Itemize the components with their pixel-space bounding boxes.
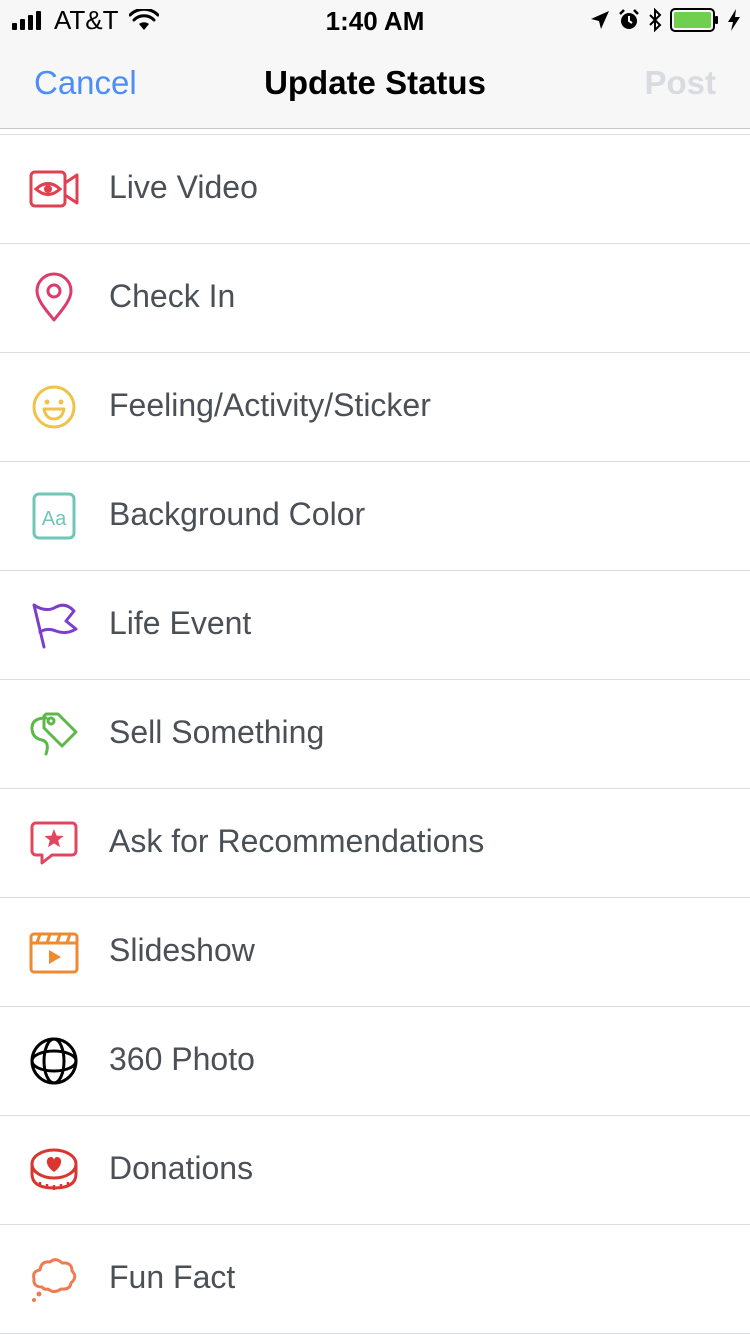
option-label: Sell Something	[109, 714, 325, 750]
option-label: Fun Fact	[109, 1259, 236, 1295]
bluetooth-icon	[649, 8, 662, 32]
option-label: Background Color	[109, 496, 366, 532]
option-label: Feeling/Activity/Sticker	[109, 387, 431, 423]
option-label: Donations	[109, 1150, 254, 1186]
live-video-icon	[28, 163, 80, 215]
status-bar: AT&T 1:40 AM	[0, 0, 750, 40]
clapperboard-icon	[28, 926, 80, 978]
option-label: Life Event	[109, 605, 252, 641]
battery-icon	[670, 8, 718, 32]
smiley-icon	[28, 381, 80, 433]
option-label: Ask for Recommendations	[109, 823, 485, 859]
option-slideshow[interactable]: Slideshow	[0, 898, 750, 1007]
flag-icon	[28, 599, 80, 651]
option-live-video[interactable]: Live Video	[0, 135, 750, 244]
location-pin-icon	[28, 272, 80, 324]
option-label: Slideshow	[109, 932, 255, 968]
svg-text:Aa: Aa	[42, 508, 67, 530]
option-life-event[interactable]: Life Event	[0, 571, 750, 680]
option-label: 360 Photo	[109, 1041, 255, 1077]
thought-bubble-icon	[28, 1253, 80, 1305]
alarm-clock-icon	[619, 9, 639, 29]
star-speech-bubble-icon	[28, 817, 80, 869]
top-bar: AT&T 1:40 AM Cancel Update Status Post	[0, 0, 750, 129]
option-background-color[interactable]: Aa Background Color	[0, 462, 750, 571]
option-check-in[interactable]: Check In	[0, 244, 750, 353]
post-button[interactable]: Post	[644, 64, 716, 102]
option-label: Check In	[109, 278, 236, 314]
360-globe-icon	[28, 1035, 80, 1087]
option-sell-something[interactable]: Sell Something	[0, 680, 750, 789]
option-fun-fact[interactable]: Fun Fact	[0, 1225, 750, 1334]
status-options-list: Live Video Check In Feeling/Activity/Sti…	[0, 134, 750, 1334]
location-arrow-icon	[591, 11, 609, 29]
option-label: Live Video	[109, 169, 258, 205]
text-background-icon: Aa	[28, 490, 80, 542]
price-tag-icon	[28, 708, 80, 760]
option-ask-for-recommendations[interactable]: Ask for Recommendations	[0, 789, 750, 898]
page-title: Update Status	[264, 64, 486, 101]
charging-bolt-icon	[728, 9, 740, 31]
navigation-bar: Cancel Update Status Post	[0, 40, 750, 128]
option-donations[interactable]: Donations	[0, 1116, 750, 1225]
option-feeling-activity-sticker[interactable]: Feeling/Activity/Sticker	[0, 353, 750, 462]
option-360-photo[interactable]: 360 Photo	[0, 1007, 750, 1116]
heart-coin-icon	[28, 1144, 80, 1196]
